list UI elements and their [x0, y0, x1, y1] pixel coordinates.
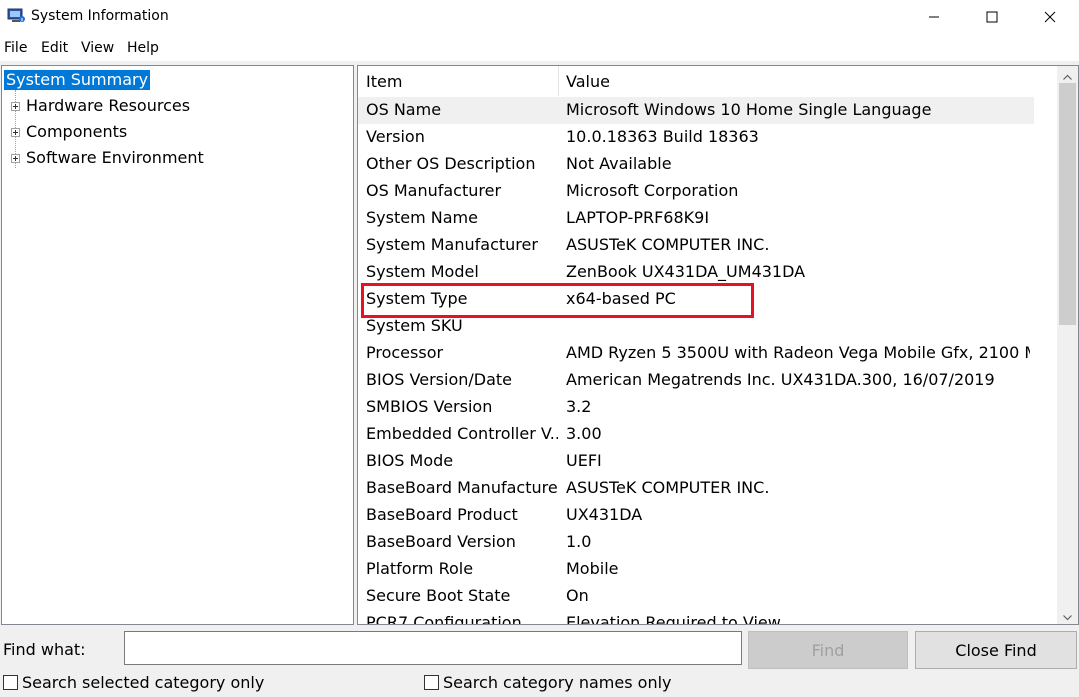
- details-list[interactable]: Item Value OS Name Microsoft Windows 10 H…: [357, 65, 1079, 625]
- close-button[interactable]: [1021, 0, 1079, 35]
- row-value-cell: Mobile: [566, 559, 619, 578]
- find-button[interactable]: Find: [748, 631, 908, 669]
- row-value-cell: Microsoft Corporation: [566, 181, 739, 200]
- row-item-cell: BIOS Mode: [366, 451, 454, 470]
- close-icon: [1044, 9, 1056, 27]
- menu-edit[interactable]: Edit: [41, 40, 68, 56]
- chevron-down-icon: [1063, 607, 1072, 625]
- row-value-cell: Microsoft Windows 10 Home Single Languag…: [566, 100, 932, 119]
- column-header-value[interactable]: Value: [566, 72, 610, 91]
- expand-plus-icon[interactable]: [11, 128, 20, 137]
- tree-item-label: Software Environment: [26, 148, 204, 167]
- minimize-icon: [928, 9, 940, 27]
- find-what-label: Find what:: [3, 640, 86, 659]
- table-row[interactable]: Secure Boot State On: [358, 583, 1054, 610]
- row-item-cell: System SKU: [366, 316, 463, 335]
- row-item-cell: BaseBoard Manufacturer: [366, 478, 558, 497]
- maximize-icon: [986, 9, 998, 27]
- system-information-icon: [7, 8, 25, 24]
- table-row[interactable]: SMBIOS Version 3.2: [358, 394, 1054, 421]
- row-value-cell: 3.00: [566, 424, 602, 443]
- row-value-cell: UEFI: [566, 451, 602, 470]
- row-item-cell: BaseBoard Product: [366, 505, 518, 524]
- checkbox-label: Search selected category only: [22, 673, 265, 692]
- expand-plus-icon[interactable]: [11, 102, 20, 111]
- row-value-cell: Not Available: [566, 154, 672, 173]
- row-value-cell: ASUSTeK COMPUTER INC.: [566, 235, 770, 254]
- row-item-cell: Embedded Controller V...: [366, 424, 558, 443]
- row-item-cell: System Name: [366, 208, 478, 227]
- row-item-cell: Other OS Description: [366, 154, 536, 173]
- table-row[interactable]: BaseBoard Product UX431DA: [358, 502, 1054, 529]
- row-value-cell: AMD Ryzen 5 3500U with Radeon Vega Mobil…: [566, 343, 1030, 362]
- scroll-down-button[interactable]: [1057, 607, 1078, 624]
- row-item-cell: System Model: [366, 262, 479, 281]
- table-row[interactable]: System Model ZenBook UX431DA_UM431DA: [358, 259, 1054, 286]
- table-row[interactable]: Version 10.0.18363 Build 18363: [358, 124, 1054, 151]
- table-row[interactable]: PCR7 Configuration Elevation Required to …: [358, 610, 1054, 625]
- tree-item-label: Components: [26, 122, 128, 141]
- row-value-cell: UX431DA: [566, 505, 643, 524]
- row-item-cell: Processor: [366, 343, 444, 362]
- title-bar: System Information: [0, 0, 1079, 35]
- menu-help[interactable]: Help: [127, 40, 159, 56]
- table-row[interactable]: Embedded Controller V... 3.00: [358, 421, 1054, 448]
- row-item-cell: Platform Role: [366, 559, 474, 578]
- tree-item-label: Hardware Resources: [26, 96, 191, 115]
- row-item-cell: Version: [366, 127, 425, 146]
- menu-bar: File Edit View Help: [0, 35, 1079, 61]
- row-value-cell: On: [566, 586, 589, 605]
- row-item-cell: OS Name: [366, 100, 442, 119]
- menu-view[interactable]: View: [81, 40, 114, 56]
- checkbox-box[interactable]: [424, 675, 439, 690]
- row-item-cell: System Manufacturer: [366, 235, 538, 254]
- row-item-cell: PCR7 Configuration: [366, 613, 522, 625]
- tree-item-label: System Summary: [2, 69, 152, 91]
- row-value-cell: American Megatrends Inc. UX431DA.300, 16…: [566, 370, 995, 389]
- row-value-cell: Elevation Required to View: [566, 613, 781, 625]
- maximize-button[interactable]: [963, 0, 1021, 35]
- column-header-item[interactable]: Item: [366, 72, 402, 91]
- row-value-cell: 3.2: [566, 397, 592, 416]
- row-value-cell: ZenBook UX431DA_UM431DA: [566, 262, 806, 281]
- table-row[interactable]: BaseBoard Manufacturer ASUSTeK COMPUTER I…: [358, 475, 1054, 502]
- table-row[interactable]: System Name LAPTOP-PRF68K9I: [358, 205, 1054, 232]
- find-what-input[interactable]: [124, 631, 742, 665]
- row-item-cell: BaseBoard Version: [366, 532, 516, 551]
- column-divider[interactable]: [558, 66, 559, 96]
- chevron-up-icon: [1063, 66, 1072, 84]
- row-item-cell: Secure Boot State: [366, 586, 511, 605]
- table-row[interactable]: System Manufacturer ASUSTeK COMPUTER INC.: [358, 232, 1054, 259]
- scrollbar-thumb[interactable]: [1059, 83, 1076, 325]
- row-item-cell: BIOS Version/Date: [366, 370, 512, 389]
- row-value-cell: 10.0.18363 Build 18363: [566, 127, 759, 146]
- row-value-cell: ASUSTeK COMPUTER INC.: [566, 478, 770, 497]
- vertical-scrollbar[interactable]: [1057, 66, 1078, 624]
- menu-file[interactable]: File: [4, 40, 27, 56]
- window-title: System Information: [31, 8, 169, 24]
- close-find-button[interactable]: Close Find: [915, 631, 1077, 669]
- expand-plus-icon[interactable]: [11, 154, 20, 163]
- row-value-cell: 1.0: [566, 532, 592, 551]
- row-item-cell: OS Manufacturer: [366, 181, 502, 200]
- highlight-box: [361, 283, 754, 318]
- table-row[interactable]: BaseBoard Version 1.0: [358, 529, 1054, 556]
- scroll-up-button[interactable]: [1057, 66, 1078, 83]
- minimize-button[interactable]: [905, 0, 963, 35]
- table-row[interactable]: Processor AMD Ryzen 5 3500U with Radeon V…: [358, 340, 1054, 367]
- checkbox-label: Search category names only: [443, 673, 672, 692]
- checkbox-box[interactable]: [3, 675, 18, 690]
- list-header: Item Value: [358, 66, 1054, 96]
- table-row[interactable]: BIOS Version/Date American Megatrends Inc…: [358, 367, 1054, 394]
- table-row[interactable]: Platform Role Mobile: [358, 556, 1054, 583]
- table-row[interactable]: OS Name Microsoft Windows 10 Home Single …: [358, 97, 1034, 124]
- table-row[interactable]: OS Manufacturer Microsoft Corporation: [358, 178, 1054, 205]
- row-item-cell: SMBIOS Version: [366, 397, 493, 416]
- table-row[interactable]: BIOS Mode UEFI: [358, 448, 1054, 475]
- category-tree[interactable]: System Summary Hardware Resources Compon…: [1, 65, 354, 625]
- table-row[interactable]: Other OS Description Not Available: [358, 151, 1054, 178]
- row-value-cell: LAPTOP-PRF68K9I: [566, 208, 710, 227]
